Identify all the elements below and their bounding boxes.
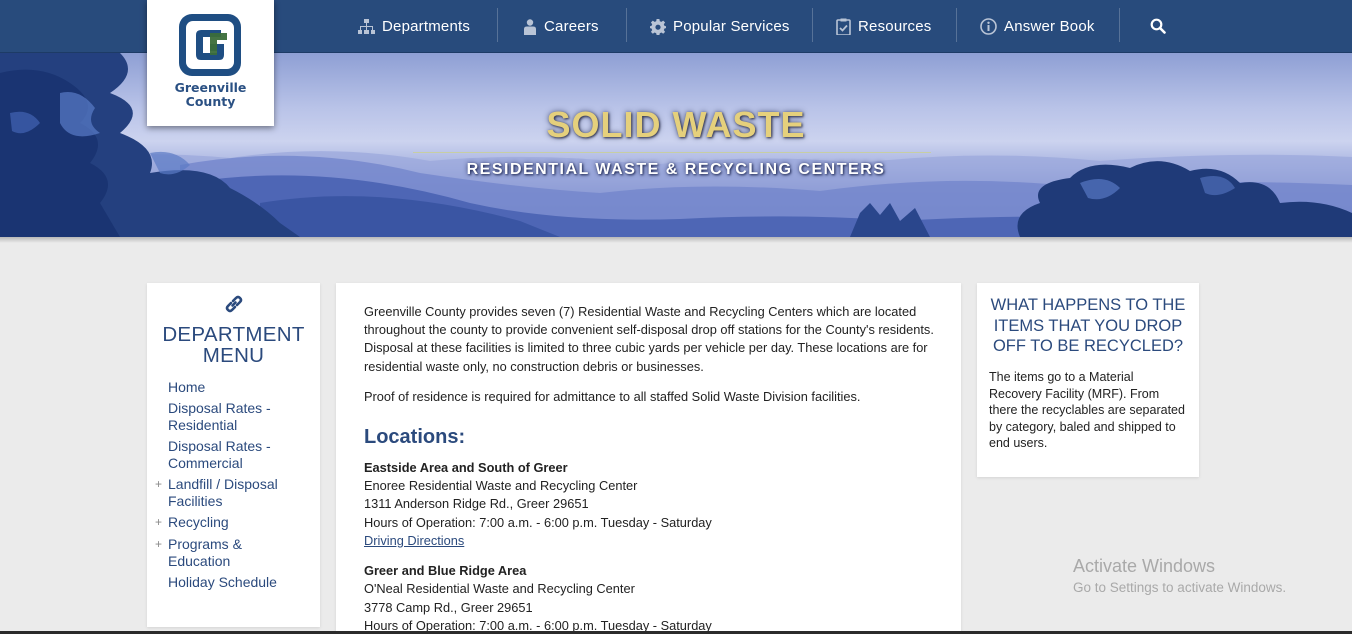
- nav-careers-label: Careers: [544, 18, 599, 35]
- menu-title-line-2: MENU: [202, 344, 265, 367]
- link-icon: [225, 295, 243, 313]
- department-menu-title: DEPARTMENT MENU: [147, 324, 320, 366]
- hero-subtitle: RESIDENTIAL WASTE & RECYCLING CENTERS: [466, 161, 886, 178]
- sidebar-text: The items go to a Material Recovery Faci…: [989, 370, 1185, 450]
- info-icon: [980, 18, 997, 35]
- nav-divider: [626, 8, 627, 42]
- main-content: Greenville County provides seven (7) Res…: [336, 283, 961, 634]
- location-address: 1311 Anderson Ridge Rd., Greer 29651: [364, 496, 589, 511]
- nav-divider: [497, 8, 498, 42]
- location-center-name: Enoree Residential Waste and Recycling C…: [364, 478, 638, 493]
- intro-paragraph: Greenville County provides seven (7) Res…: [364, 304, 934, 374]
- nav-popular-services-label: Popular Services: [673, 18, 790, 35]
- search-button[interactable]: [1150, 18, 1168, 36]
- nav-divider: [956, 8, 957, 42]
- menu-item-home[interactable]: Home: [168, 379, 308, 396]
- residence-requirement-paragraph: Proof of residence is required for admit…: [364, 389, 861, 404]
- hero-divider: [413, 152, 931, 153]
- greenville-county-logo-mark: [179, 14, 241, 76]
- nav-careers[interactable]: Careers: [523, 0, 599, 53]
- org-chart-icon: [358, 18, 375, 34]
- locations-heading: Locations:: [364, 426, 466, 448]
- gear-icon: [650, 18, 666, 35]
- clipboard-check-icon: [836, 18, 851, 35]
- person-icon: [524, 18, 536, 35]
- location-hours: Hours of Operation: 7:00 a.m. - 6:00 p.m…: [364, 515, 712, 530]
- logo-name-line-2: County: [185, 94, 236, 109]
- nav-departments[interactable]: Departments: [358, 0, 470, 53]
- search-icon: [1150, 18, 1166, 34]
- menu-item-disposal-rates-commercial[interactable]: Disposal Rates - Commercial: [168, 438, 308, 472]
- nav-departments-label: Departments: [382, 18, 471, 35]
- department-menu: DEPARTMENT MENU Home Disposal Rates - Re…: [147, 283, 320, 627]
- county-logo[interactable]: Greenville County: [147, 0, 274, 126]
- menu-item-landfill-disposal-facilities[interactable]: Landfill / Disposal Facilities: [168, 476, 308, 510]
- nav-divider: [1119, 8, 1120, 42]
- expand-recycling-button[interactable]: +: [155, 514, 162, 531]
- location-area-title: Eastside Area and South of Greer: [364, 460, 568, 475]
- location-address: 3778 Camp Rd., Greer 29651: [364, 600, 533, 615]
- activate-windows-subtitle: Go to Settings to activate Windows.: [1073, 580, 1287, 595]
- menu-item-disposal-rates-residential[interactable]: Disposal Rates - Residential: [168, 400, 308, 434]
- nav-popular-services[interactable]: Popular Services: [650, 0, 790, 53]
- location-area-title: Greer and Blue Ridge Area: [364, 563, 527, 578]
- logo-name-line-1: Greenville: [174, 80, 247, 95]
- nav-answer-book-label: Answer Book: [1004, 18, 1095, 35]
- nav-divider: [812, 8, 813, 42]
- hero-shadow: [0, 237, 1352, 243]
- expand-programs-button[interactable]: +: [155, 536, 162, 553]
- menu-title-line-1: DEPARTMENT: [162, 323, 305, 346]
- location-directions-row: Driving Directions: [364, 533, 934, 549]
- nav-answer-book[interactable]: Answer Book: [980, 0, 1095, 53]
- driving-directions-link[interactable]: Driving Directions: [364, 533, 464, 548]
- menu-item-holiday-schedule[interactable]: Holiday Schedule: [168, 574, 308, 591]
- recycling-info-sidebar: WHAT HAPPENS TO THE ITEMS THAT YOU DROP …: [977, 283, 1199, 477]
- expand-landfill-button[interactable]: +: [155, 476, 162, 493]
- nav-resources-label: Resources: [858, 18, 932, 35]
- sidebar-heading: WHAT HAPPENS TO THE ITEMS THAT YOU DROP …: [990, 296, 1186, 355]
- menu-item-programs-education[interactable]: Programs & Education: [168, 536, 308, 570]
- activate-windows-title: Activate Windows: [1073, 556, 1216, 576]
- menu-item-recycling[interactable]: Recycling: [168, 514, 308, 531]
- location-center-name: O'Neal Residential Waste and Recycling C…: [364, 581, 635, 596]
- nav-resources[interactable]: Resources: [836, 0, 932, 53]
